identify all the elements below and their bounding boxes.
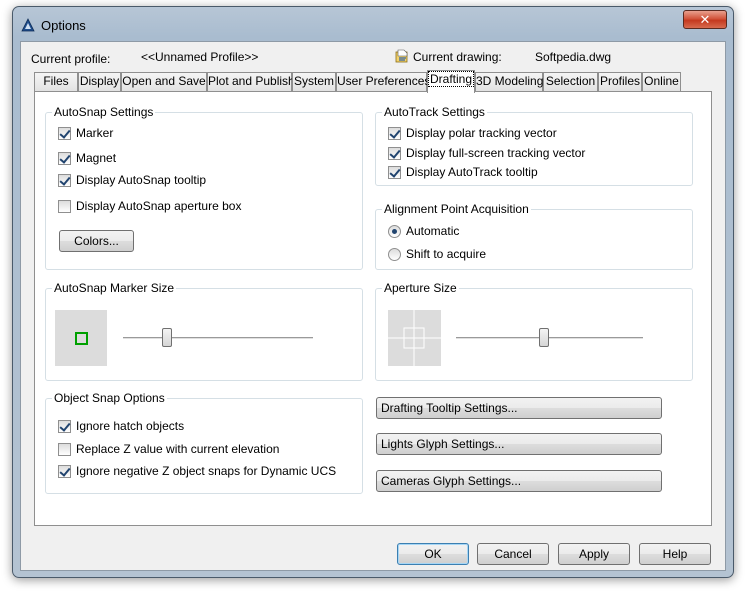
tab-files[interactable]: Files (34, 72, 78, 91)
current-drawing-label: Current drawing: (413, 50, 502, 64)
tab-user-preferences[interactable]: User Preferences (336, 72, 430, 91)
ignore-negative-z-label: Ignore negative Z object snaps for Dynam… (76, 464, 337, 478)
options-dialog: Options ✕ Current profile: <<Unnamed Pro… (12, 6, 734, 578)
ignore-negative-z-checkbox[interactable] (58, 465, 71, 478)
aperture-size-slider-thumb[interactable] (538, 328, 549, 347)
drafting-tooltip-settings-button[interactable]: Drafting Tooltip Settings... (376, 397, 662, 419)
marker-label: Marker (76, 126, 114, 140)
colors-button[interactable]: Colors... (59, 230, 134, 252)
autotrack-settings-group: AutoTrack Settings Display polar trackin… (375, 105, 693, 186)
object-snap-options-group: Object Snap Options Ignore hatch objects… (45, 391, 363, 494)
polar-tracking-label: Display polar tracking vector (406, 126, 557, 140)
tab-system[interactable]: System (292, 72, 336, 91)
aperture-size-title: Aperture Size (382, 281, 459, 295)
aperture-crosshair-icon (388, 310, 441, 366)
current-profile-label: Current profile: (31, 52, 111, 66)
magnet-checkbox[interactable] (58, 152, 71, 165)
lights-glyph-settings-button[interactable]: Lights Glyph Settings... (376, 433, 662, 455)
drafting-panel: AutoSnap Settings Marker Magnet Display … (34, 91, 712, 526)
aperture-box-checkbox[interactable] (58, 200, 71, 213)
profile-row: Current profile: <<Unnamed Profile>> Cur… (31, 49, 721, 68)
autotrack-tooltip-label: Display AutoTrack tooltip (406, 165, 538, 179)
object-snap-options-title: Object Snap Options (52, 391, 167, 405)
autocad-app-icon (21, 18, 35, 32)
marker-size-title: AutoSnap Marker Size (52, 281, 177, 295)
current-drawing-value: Softpedia.dwg (535, 50, 612, 64)
apply-button[interactable]: Apply (558, 543, 630, 565)
marker-preview (55, 310, 107, 366)
shift-to-acquire-label: Shift to acquire (406, 247, 487, 261)
cameras-glyph-settings-button[interactable]: Cameras Glyph Settings... (376, 470, 662, 492)
magnet-label: Magnet (76, 151, 117, 165)
aperture-size-group: Aperture Size (375, 281, 693, 381)
marker-size-slider-thumb[interactable] (161, 328, 172, 347)
replace-z-label: Replace Z value with current elevation (76, 442, 280, 456)
tab-3d-modeling[interactable]: 3D Modeling (475, 72, 543, 91)
cancel-button[interactable]: Cancel (477, 543, 549, 565)
polar-tracking-checkbox[interactable] (388, 127, 401, 140)
alignment-acquisition-group: Alignment Point Acquisition Automatic Sh… (375, 202, 693, 270)
tab-selection[interactable]: Selection (543, 72, 598, 91)
drawing-file-icon (395, 49, 408, 63)
aperture-preview (388, 310, 441, 366)
ok-button[interactable]: OK (397, 543, 469, 565)
ignore-hatch-checkbox[interactable] (58, 420, 71, 433)
close-button[interactable]: ✕ (683, 10, 727, 29)
ignore-hatch-label: Ignore hatch objects (76, 419, 185, 433)
tab-open-and-save[interactable]: Open and Save (121, 72, 207, 91)
automatic-radio[interactable] (388, 225, 401, 238)
tab-profiles[interactable]: Profiles (598, 72, 642, 91)
current-profile-value: <<Unnamed Profile>> (141, 50, 259, 64)
fullscreen-tracking-label: Display full-screen tracking vector (406, 146, 586, 160)
dialog-client-area: Current profile: <<Unnamed Profile>> Cur… (20, 41, 726, 571)
automatic-label: Automatic (406, 224, 460, 238)
marker-checkbox[interactable] (58, 127, 71, 140)
tab-drafting[interactable]: Drafting (427, 70, 475, 93)
aperture-box-label: Display AutoSnap aperture box (76, 199, 242, 213)
fullscreen-tracking-checkbox[interactable] (388, 147, 401, 160)
autosnap-tooltip-label: Display AutoSnap tooltip (76, 173, 207, 187)
autosnap-settings-title: AutoSnap Settings (52, 105, 156, 119)
title-bar[interactable]: Options ✕ (13, 7, 733, 41)
aperture-size-slider-track[interactable] (456, 337, 643, 340)
replace-z-checkbox[interactable] (58, 443, 71, 456)
marker-square-icon (75, 332, 88, 345)
tab-online[interactable]: Online (642, 72, 681, 91)
help-button[interactable]: Help (639, 543, 711, 565)
autotrack-settings-title: AutoTrack Settings (382, 105, 487, 119)
tab-display[interactable]: Display (78, 72, 121, 91)
autotrack-tooltip-checkbox[interactable] (388, 166, 401, 179)
shift-to-acquire-radio[interactable] (388, 248, 401, 261)
marker-size-group: AutoSnap Marker Size (45, 281, 363, 381)
autosnap-tooltip-checkbox[interactable] (58, 174, 71, 187)
autosnap-settings-group: AutoSnap Settings Marker Magnet Display … (45, 105, 363, 270)
alignment-acquisition-title: Alignment Point Acquisition (382, 202, 531, 216)
tab-plot-and-publish[interactable]: Plot and Publish (207, 72, 295, 91)
marker-size-slider-track[interactable] (123, 337, 313, 340)
window-title: Options (41, 18, 86, 33)
